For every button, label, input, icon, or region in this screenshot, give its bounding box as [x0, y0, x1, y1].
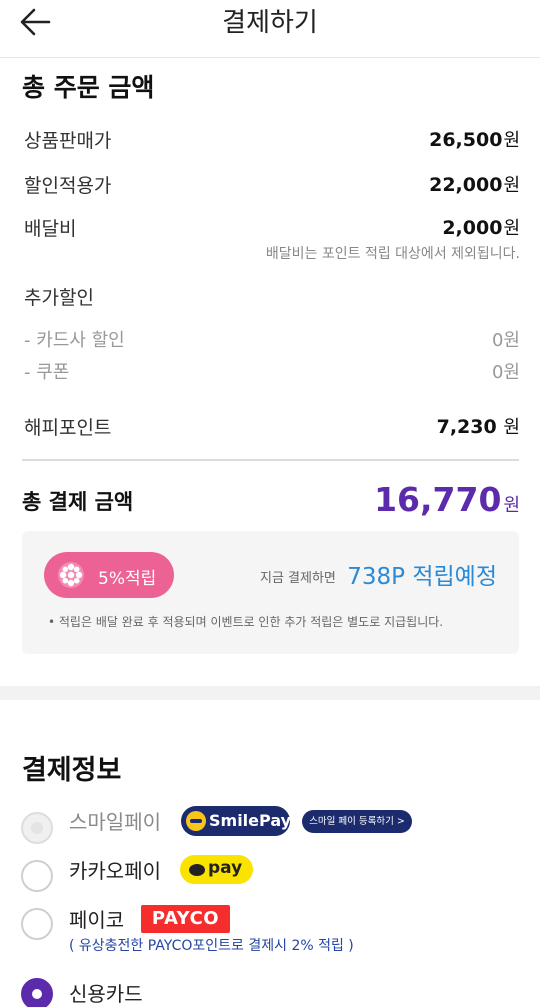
page-title: 결제하기	[222, 8, 318, 38]
product-price-label: 상품판매가	[24, 130, 112, 152]
coupon-label: - 쿠폰	[24, 362, 70, 383]
delivery-fee-label: 배달비	[24, 218, 77, 240]
reward-prefix-text: 지금 결제하면	[260, 571, 336, 586]
payco-radio[interactable]	[21, 908, 53, 940]
happy-point-value: 7,230 원	[436, 416, 520, 438]
card-discount-value: 0원	[491, 330, 520, 351]
kakaopay-logo: pay	[180, 855, 253, 884]
total-payment-label: 총 결제 금액	[22, 490, 134, 514]
speech-bubble-icon	[189, 864, 205, 876]
happy-point-label: 해피포인트	[24, 417, 112, 439]
reward-note-text: • 적립은 배달 완료 후 적용되며 이벤트로 인한 추가 적립은 별도로 지급…	[48, 615, 444, 629]
section-separator	[0, 686, 540, 700]
smilepay-logo: SmilePay	[181, 806, 291, 836]
credit-card-radio[interactable]	[21, 978, 53, 1007]
discount-price-label: 할인적용가	[24, 175, 112, 197]
order-summary-title: 총 주문 금액	[22, 73, 155, 102]
product-price-value: 26,500원	[429, 129, 520, 151]
coupon-value: 0원	[491, 362, 520, 383]
smile-icon	[186, 811, 206, 831]
summary-divider	[22, 459, 519, 461]
card-discount-label: - 카드사 할인	[24, 330, 125, 351]
discount-price-value: 22,000원	[429, 174, 520, 196]
smilepay-register-button[interactable]: 스마일 페이 등록하기 >	[302, 810, 412, 833]
delivery-fee-value: 2,000원	[442, 217, 520, 239]
reward-amount-text: 738P 적립예정	[347, 564, 497, 590]
flower-icon	[58, 562, 84, 588]
payment-info-title: 결제정보	[22, 755, 122, 786]
credit-card-label[interactable]: 신용카드	[69, 978, 143, 1007]
payco-logo: PAYCO	[141, 905, 230, 933]
total-payment-value: 16,770 원	[374, 480, 520, 519]
reward-rate-label: 5%적립	[98, 569, 157, 589]
smilepay-radio[interactable]	[21, 812, 53, 844]
payco-note: ( 유상충전한 PAYCO포인트로 결제시 2% 적립 )	[69, 938, 354, 954]
payco-label[interactable]: 페이코	[69, 904, 124, 933]
reward-badge: 5%적립	[44, 552, 174, 598]
smilepay-label[interactable]: 스마일페이	[69, 806, 161, 835]
kakaopay-label[interactable]: 카카오페이	[69, 855, 161, 884]
kakaopay-radio[interactable]	[21, 860, 53, 892]
reward-info-box: 5%적립 지금 결제하면 738P 적립예정 • 적립은 배달 완료 후 적용되…	[22, 531, 519, 654]
extra-discount-label: 추가할인	[24, 287, 94, 309]
delivery-fee-note: 배달비는 포인트 적립 대상에서 제외됩니다.	[265, 246, 520, 262]
app-header: 결제하기	[0, 0, 540, 58]
